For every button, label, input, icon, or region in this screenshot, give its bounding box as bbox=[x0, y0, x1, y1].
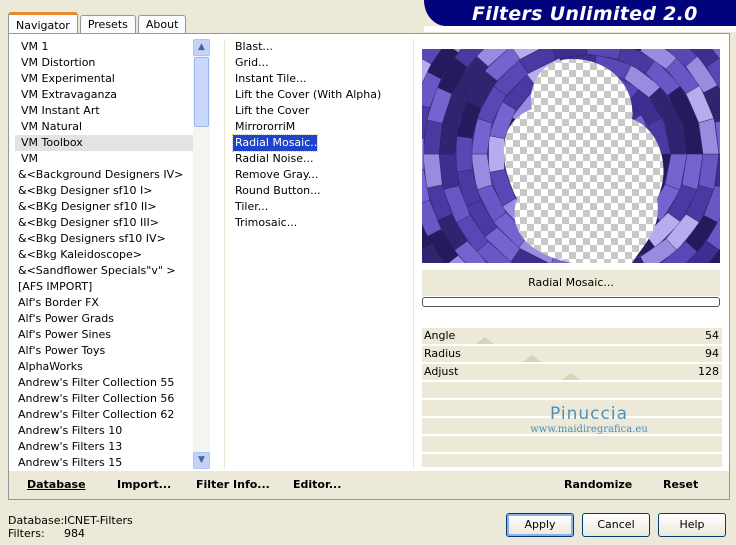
category-item[interactable]: Alf's Power Grads bbox=[15, 311, 193, 327]
category-item[interactable]: AlphaWorks bbox=[15, 359, 193, 375]
tab-navigator[interactable]: Navigator bbox=[8, 12, 78, 34]
category-item[interactable]: &<Background Designers IV> bbox=[15, 167, 193, 183]
navigator-panel: VM 1 VM Distortion VM Experimental VM Extra… bbox=[8, 33, 730, 500]
slider-handle[interactable] bbox=[562, 373, 580, 380]
category-item[interactable]: Andrew's Filter Collection 62 bbox=[15, 407, 193, 423]
editor-button[interactable]: Editor... bbox=[293, 478, 341, 491]
watermark-site: www.maidiregrafica.eu bbox=[530, 424, 648, 435]
database-info: Database:ICNET-Filters Filters: 984 bbox=[8, 514, 133, 540]
filter-item[interactable]: Lift the Cover (With Alpha) bbox=[225, 87, 413, 103]
category-item[interactable]: [AFS IMPORT] bbox=[15, 279, 193, 295]
category-item[interactable]: VM Experimental bbox=[15, 71, 193, 87]
slider-adjust[interactable]: Adjust 128 bbox=[422, 364, 722, 381]
progress-bar bbox=[422, 297, 720, 307]
category-item[interactable]: &<Bkg Designer sf10 III> bbox=[15, 215, 193, 231]
category-item[interactable]: Andrew's Filter Collection 56 bbox=[15, 391, 193, 407]
filter-item[interactable]: Remove Gray... bbox=[225, 167, 413, 183]
preview-image bbox=[422, 49, 720, 263]
slider-handle[interactable] bbox=[476, 337, 494, 344]
category-item[interactable]: &<Bkg Kaleidoscope> bbox=[15, 247, 193, 263]
slider-empty bbox=[422, 454, 722, 468]
filter-item[interactable]: Trimosaic... bbox=[225, 215, 413, 231]
category-scrollbar[interactable]: ▲ ▼ bbox=[193, 39, 210, 469]
category-item[interactable]: VM Extravaganza bbox=[15, 87, 193, 103]
category-item[interactable]: &<Sandflower Specials"v" > bbox=[15, 263, 193, 279]
slider-empty bbox=[422, 436, 722, 453]
filter-item[interactable]: Radial Mosaic... bbox=[232, 134, 321, 152]
watermark: Pinuccia www.maidiregrafica.eu bbox=[479, 404, 699, 435]
tab-presets[interactable]: Presets bbox=[79, 15, 136, 34]
filter-info-button[interactable]: Filter Info... bbox=[196, 478, 270, 491]
scroll-down-icon[interactable]: ▼ bbox=[193, 452, 210, 469]
help-button[interactable]: Help bbox=[658, 513, 726, 537]
slider-angle[interactable]: Angle 54 bbox=[422, 328, 722, 345]
category-item[interactable]: VM bbox=[15, 151, 193, 167]
slider-value: 94 bbox=[705, 347, 719, 360]
category-item[interactable]: VM 1 bbox=[15, 39, 193, 55]
filter-item[interactable]: MirrororriM bbox=[225, 119, 413, 135]
category-item[interactable]: VM Instant Art bbox=[15, 103, 193, 119]
filter-item[interactable]: Radial Noise... bbox=[225, 151, 413, 167]
category-item[interactable]: VM Toolbox bbox=[15, 135, 193, 151]
watermark-name: Pinuccia bbox=[550, 404, 628, 424]
selected-filter-name: Radial Mosaic... bbox=[422, 270, 720, 296]
apply-button[interactable]: Apply bbox=[506, 513, 574, 537]
reset-button[interactable]: Reset bbox=[663, 478, 698, 491]
banner-divider bbox=[424, 26, 736, 32]
filter-item[interactable]: Instant Tile... bbox=[225, 71, 413, 87]
scroll-up-icon[interactable]: ▲ bbox=[193, 39, 210, 56]
mosaic-tile bbox=[488, 135, 505, 173]
category-item[interactable]: VM Distortion bbox=[15, 55, 193, 71]
radial-mosaic-preview bbox=[422, 49, 720, 263]
filter-item[interactable]: Grid... bbox=[225, 55, 413, 71]
category-list[interactable]: VM 1 VM Distortion VM Experimental VM Extra… bbox=[15, 39, 193, 469]
database-label: Database: bbox=[8, 514, 65, 527]
filters-count-label: Filters: bbox=[8, 527, 45, 540]
mosaic-tile bbox=[456, 135, 473, 173]
category-item[interactable]: Andrew's Filter Collection 55 bbox=[15, 375, 193, 391]
category-item[interactable]: &<Bkg Designers sf10 IV> bbox=[15, 231, 193, 247]
category-item[interactable]: Andrew's Filters 15 bbox=[15, 455, 193, 469]
tab-about[interactable]: About bbox=[137, 15, 187, 34]
filter-list[interactable]: Blast... Grid... Instant Tile... Lift the C… bbox=[224, 39, 414, 469]
category-item[interactable]: Andrew's Filters 10 bbox=[15, 423, 193, 439]
slider-radius[interactable]: Radius 94 bbox=[422, 346, 722, 363]
slider-label: Radius bbox=[424, 347, 461, 360]
bottom-toolbar: Database Import... Filter Info... Editor… bbox=[9, 470, 729, 499]
scroll-thumb[interactable] bbox=[194, 57, 209, 127]
database-button[interactable]: Database bbox=[27, 478, 86, 491]
filter-item[interactable]: Tiler... bbox=[225, 199, 413, 215]
slider-value: 128 bbox=[698, 365, 719, 378]
category-item[interactable]: &<Bkg Designer sf10 I> bbox=[15, 183, 193, 199]
randomize-button[interactable]: Randomize bbox=[564, 478, 632, 491]
filters-count-value: 984 bbox=[64, 527, 85, 540]
category-item[interactable]: Alf's Border FX bbox=[15, 295, 193, 311]
slider-handle[interactable] bbox=[523, 355, 541, 362]
import-button[interactable]: Import... bbox=[117, 478, 171, 491]
tab-bar: Navigator Presets About bbox=[8, 12, 188, 34]
slider-label: Angle bbox=[424, 329, 456, 342]
cancel-button[interactable]: Cancel bbox=[582, 513, 650, 537]
slider-empty bbox=[422, 382, 722, 399]
slider-value: 54 bbox=[705, 329, 719, 342]
app-title-banner: Filters Unlimited 2.0 bbox=[424, 0, 736, 26]
category-item[interactable]: Alf's Power Sines bbox=[15, 327, 193, 343]
filter-item[interactable]: Blast... bbox=[225, 39, 413, 55]
database-value: ICNET-Filters bbox=[64, 514, 133, 527]
filter-item[interactable]: Lift the Cover bbox=[225, 103, 413, 119]
mosaic-tile bbox=[422, 138, 424, 170]
category-item[interactable]: Alf's Power Toys bbox=[15, 343, 193, 359]
filter-item[interactable]: Round Button... bbox=[225, 183, 413, 199]
category-item[interactable]: &<BKg Designer sf10 II> bbox=[15, 199, 193, 215]
category-item[interactable]: Andrew's Filters 13 bbox=[15, 439, 193, 455]
slider-label: Adjust bbox=[424, 365, 459, 378]
category-item[interactable]: VM Natural bbox=[15, 119, 193, 135]
